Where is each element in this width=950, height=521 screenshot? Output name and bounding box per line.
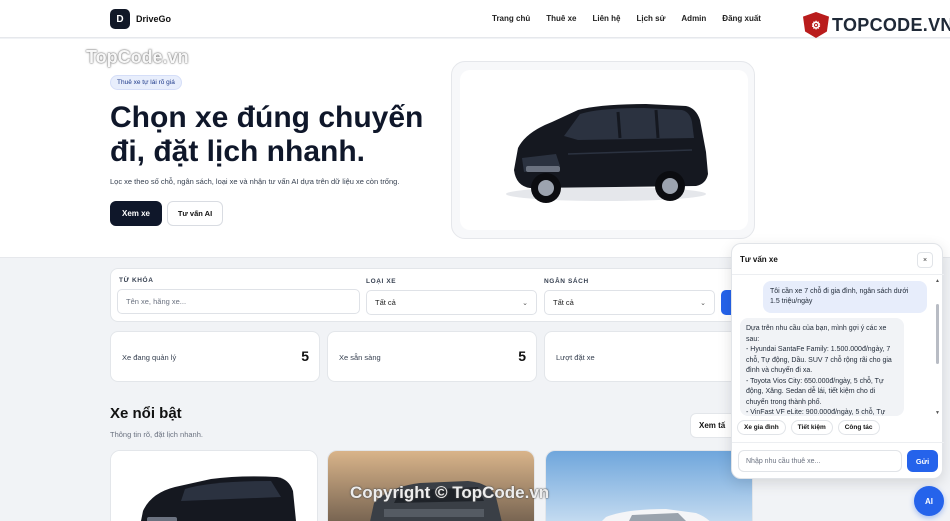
stat-card-bookings: Lượt đặt xe — [544, 331, 744, 382]
stat-value: 5 — [301, 348, 309, 364]
car-card[interactable] — [110, 450, 318, 521]
stat-label: Xe sẵn sàng — [339, 353, 381, 362]
keyword-input[interactable]: Tên xe, hãng xe... — [117, 289, 360, 314]
hero-car-image — [460, 70, 748, 230]
suggestion-chips: Xe gia đình Tiết kiệm Công tác — [737, 420, 880, 435]
nav-rent[interactable]: Thuê xe — [546, 14, 576, 23]
chip-saving[interactable]: Tiết kiệm — [790, 420, 833, 435]
budget-select[interactable]: Tất cả ⌄ — [544, 290, 715, 315]
watermark-bottom-text: Copyright © TopCode.vn — [350, 483, 550, 502]
ai-chat-toggle-button[interactable]: AI — [914, 486, 944, 516]
bot-message: Dựa trên nhu cầu của bạn, mình gợi ý các… — [740, 318, 904, 416]
chevron-down-icon: ⌄ — [700, 300, 706, 307]
chat-title: Tư vấn xe — [740, 255, 778, 264]
watermark-shield-icon: ⚙ — [803, 12, 829, 38]
watermark-logo-text: TOPCODE.VN — [832, 14, 950, 35]
car-type-label: LOẠI XE — [366, 278, 397, 285]
scroll-down-icon[interactable]: ▼ — [935, 410, 940, 416]
chip-business[interactable]: Công tác — [837, 420, 880, 435]
car-image — [546, 451, 752, 521]
ai-chat-panel: Tư vấn xe × Tôi cần xe 7 chỗ đi gia đình… — [731, 243, 944, 479]
scroll-up-icon[interactable]: ▲ — [935, 278, 940, 284]
budget-value: Tất cả — [553, 298, 574, 307]
hero-subtitle: Lọc xe theo số chỗ, ngân sách, loại xe v… — [110, 177, 400, 186]
page: D DriveGo Trang chủ Thuê xe Liên hệ Lịch… — [0, 0, 950, 521]
chip-family[interactable]: Xe gia đình — [737, 420, 786, 435]
hero-section: Thuê xe tự lái rõ giá Chọn xe đúng chuyế… — [0, 39, 950, 258]
nav-home[interactable]: Trang chủ — [492, 14, 530, 23]
send-button[interactable]: Gửi — [907, 450, 938, 472]
budget-label: NGÂN SÁCH — [544, 278, 589, 285]
stat-card-managed: Xe đang quản lý 5 — [110, 331, 320, 382]
divider — [732, 442, 944, 443]
search-filter-panel: TỪ KHÓA Tên xe, hãng xe... LOẠI XE Tất c… — [110, 268, 750, 322]
see-all-button[interactable]: Xem tấ — [690, 413, 736, 438]
stat-label: Lượt đặt xe — [556, 353, 595, 362]
hero-car-card — [451, 61, 755, 239]
user-message: Tôi cần xe 7 chỗ đi gia đình, ngân sách … — [763, 281, 927, 313]
stat-card-available: Xe sẵn sàng 5 — [327, 331, 537, 382]
brand[interactable]: D DriveGo — [110, 9, 171, 29]
car-card[interactable] — [545, 450, 753, 521]
hero-badge: Thuê xe tự lái rõ giá — [110, 75, 182, 90]
car-type-select[interactable]: Tất cả ⌄ — [366, 290, 537, 315]
car-type-value: Tất cả — [375, 298, 396, 307]
hero-title: Chọn xe đúng chuyến đi, đặt lịch nhanh. — [110, 101, 424, 168]
chat-scrollbar[interactable] — [936, 304, 939, 364]
stat-value: 5 — [518, 348, 526, 364]
ai-consult-button[interactable]: Tư vấn AI — [167, 201, 223, 226]
keyword-label: TỪ KHÓA — [119, 277, 154, 284]
stat-label: Xe đang quản lý — [122, 353, 177, 362]
featured-subtitle: Thông tin rõ, đặt lịch nhanh. — [110, 430, 203, 439]
brand-name: DriveGo — [136, 14, 172, 24]
nav-logout[interactable]: Đăng xuất — [722, 14, 761, 23]
watermark-top-text: TopCode.vn — [86, 47, 189, 67]
top-navbar: D DriveGo Trang chủ Thuê xe Liên hệ Lịch… — [0, 0, 950, 38]
nav-history[interactable]: Lịch sử — [636, 14, 665, 23]
car-image — [111, 451, 317, 521]
main-nav: Trang chủ Thuê xe Liên hệ Lịch sử Admin … — [492, 14, 761, 23]
brand-logo: D — [110, 9, 130, 29]
featured-title: Xe nổi bật — [110, 405, 182, 422]
minivan-image — [506, 104, 708, 203]
watermark-logo: ⚙ TOPCODE.VN — [803, 12, 950, 38]
nav-admin[interactable]: Admin — [681, 14, 706, 23]
nav-contact[interactable]: Liên hệ — [592, 14, 620, 23]
divider — [732, 274, 944, 275]
chevron-down-icon: ⌄ — [522, 300, 528, 307]
chat-input[interactable]: Nhập nhu cầu thuê xe... — [738, 450, 902, 472]
close-icon[interactable]: × — [917, 252, 933, 268]
view-cars-button[interactable]: Xem xe — [110, 201, 162, 226]
